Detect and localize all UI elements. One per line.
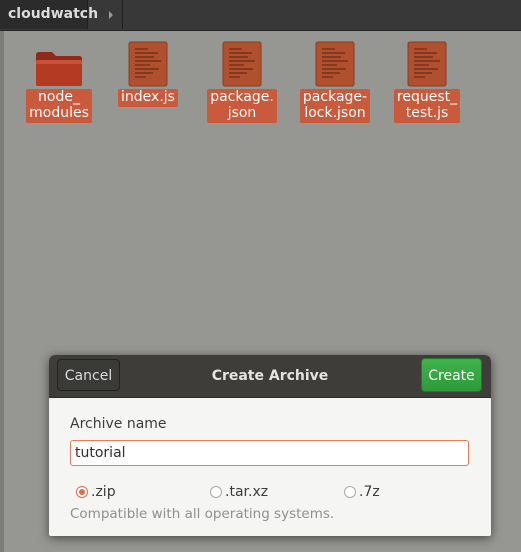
format-option-tar-xz[interactable]: .tar.xz xyxy=(210,484,268,500)
file-label: request_ test.js xyxy=(393,89,461,123)
file-label: package- lock.json xyxy=(299,89,371,123)
radio-icon[interactable] xyxy=(344,486,356,498)
dialog-title: Create Archive xyxy=(211,368,329,384)
create-archive-dialog: Cancel Create Archive Create Archive nam… xyxy=(49,355,491,536)
chevron-right-icon xyxy=(109,10,113,19)
cancel-button[interactable]: Cancel xyxy=(57,359,120,391)
archive-name-label: Archive name xyxy=(70,416,167,432)
folder-icon xyxy=(35,40,83,87)
file-label: index.js xyxy=(118,89,178,107)
dialog-header: Cancel Create Archive Create xyxy=(49,355,491,398)
file-item-request-test-js[interactable]: request_ test.js xyxy=(387,40,467,123)
format-option-label: .tar.xz xyxy=(225,484,269,500)
file-label: package. json xyxy=(207,89,277,123)
format-option-label: .zip xyxy=(91,484,116,500)
header-bar: cloudwatch xyxy=(0,0,521,31)
format-hint: Compatible with all operating systems. xyxy=(70,506,335,522)
archive-name-input[interactable] xyxy=(70,440,469,466)
file-item-index-js[interactable]: index.js xyxy=(108,40,188,107)
path-forward-button[interactable] xyxy=(100,0,123,29)
format-option-zip[interactable]: .zip xyxy=(76,484,116,500)
file-item-package-json[interactable]: package. json xyxy=(202,40,282,123)
path-button-cloudwatch[interactable]: cloudwatch xyxy=(0,0,98,29)
file-item-package-lock-json[interactable]: package- lock.json xyxy=(295,40,375,123)
text-file-icon xyxy=(315,40,355,87)
file-label: node_ modules xyxy=(26,89,92,123)
create-button[interactable]: Create xyxy=(421,358,482,392)
radio-icon[interactable] xyxy=(210,486,222,498)
format-option-7z[interactable]: .7z xyxy=(344,484,380,500)
text-file-icon xyxy=(128,40,168,87)
dialog-body: Archive name .zip .tar.xz .7z Compatible… xyxy=(49,398,491,536)
text-file-icon xyxy=(222,40,262,87)
format-option-label: .7z xyxy=(359,484,380,500)
radio-selected-icon[interactable] xyxy=(76,486,88,498)
file-item-node-modules[interactable]: node_ modules xyxy=(19,40,99,123)
text-file-icon xyxy=(407,40,447,87)
